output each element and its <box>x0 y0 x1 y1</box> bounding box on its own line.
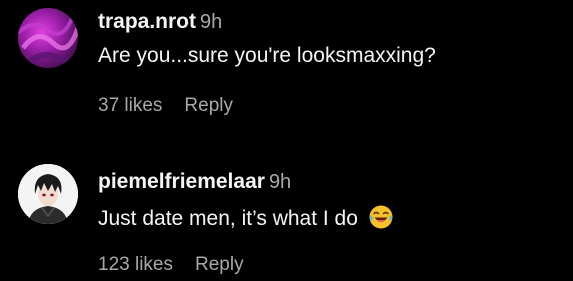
comment-header: trapa.nrot 9h <box>98 10 222 34</box>
timestamp: 9h <box>268 171 292 193</box>
avatar[interactable] <box>18 164 78 224</box>
reply-button[interactable]: Reply <box>195 254 244 276</box>
comment-actions: 37 likes Reply <box>98 95 233 117</box>
comment-text: Are you...sure you're looksmaxxing? <box>98 44 436 67</box>
purple-abstract-avatar-icon <box>18 8 78 68</box>
comment-text-row: Just date men, it’s what I do <box>98 204 394 231</box>
laughing-tears-emoji-icon <box>369 205 393 229</box>
avatar[interactable] <box>18 8 78 68</box>
comment-header: piemelfriemelaar 9h <box>98 170 291 194</box>
reply-button[interactable]: Reply <box>184 95 233 117</box>
timestamp: 9h <box>200 11 223 33</box>
likes-count[interactable]: 123 likes <box>98 254 173 276</box>
likes-count[interactable]: 37 likes <box>98 95 162 117</box>
username[interactable]: trapa.nrot <box>98 10 196 33</box>
comment-actions: 123 likes Reply <box>98 254 244 276</box>
username[interactable]: piemelfriemelaar <box>98 170 265 193</box>
anime-boy-avatar-icon <box>18 164 78 224</box>
comment-text: Just date men, it’s what I do <box>98 207 358 230</box>
